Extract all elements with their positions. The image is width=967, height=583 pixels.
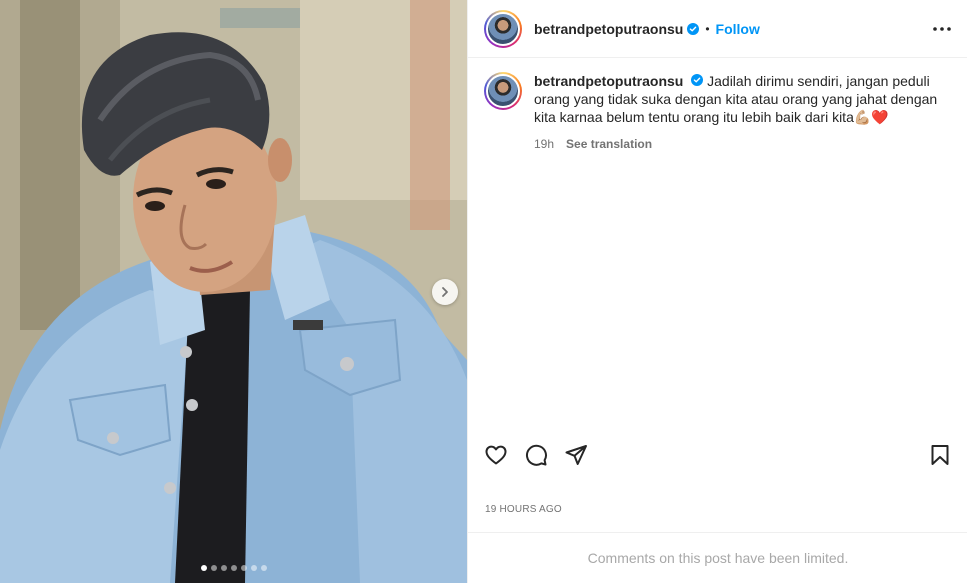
comment-icon	[525, 444, 547, 466]
caption-username-link[interactable]: betrandpetoputraonsu	[534, 73, 683, 89]
see-translation-button[interactable]: See translation	[566, 135, 652, 153]
carousel-dot	[210, 565, 217, 571]
separator-dot: •	[705, 21, 710, 36]
comments-limited-notice: Comments on this post have been limited.	[468, 532, 967, 583]
bookmark-icon	[931, 445, 949, 465]
carousel-dots	[0, 565, 467, 571]
save-button[interactable]	[928, 443, 952, 467]
carousel-dot	[230, 565, 237, 571]
post-photo	[0, 0, 467, 583]
caption-body: betrandpetoputraonsu Jadilah dirimu send…	[534, 72, 939, 153]
share-icon	[565, 445, 587, 465]
caption-meta: 19h See translation	[534, 135, 939, 153]
more-icon	[933, 26, 951, 31]
post-panel: betrandpetoputraonsu • Follow betrandpet…	[467, 0, 967, 583]
avatar-image	[486, 74, 520, 108]
avatar[interactable]	[484, 9, 522, 48]
comment-button[interactable]	[524, 443, 548, 467]
verified-icon	[691, 74, 704, 86]
carousel-dot	[240, 565, 247, 571]
like-button[interactable]	[484, 443, 508, 467]
avatar[interactable]	[484, 72, 522, 110]
caption: betrandpetoputraonsu Jadilah dirimu send…	[468, 58, 967, 153]
post-media[interactable]	[0, 0, 467, 583]
relative-time[interactable]: 19h	[534, 135, 554, 153]
carousel-next-button[interactable]	[432, 279, 458, 305]
verified-icon	[687, 22, 700, 35]
carousel-dot	[250, 565, 257, 571]
action-bar	[468, 437, 967, 473]
post-timestamp[interactable]: 19 HOURS AGO	[485, 504, 562, 515]
carousel-dot	[200, 565, 207, 571]
post-header: betrandpetoputraonsu • Follow	[468, 0, 967, 58]
follow-button[interactable]: Follow	[716, 21, 760, 37]
carousel-dot	[260, 565, 267, 571]
more-options-button[interactable]	[933, 26, 951, 31]
heart-icon	[485, 445, 507, 465]
share-button[interactable]	[564, 443, 588, 467]
avatar-image	[486, 11, 520, 46]
chevron-right-icon	[442, 287, 448, 297]
username-link[interactable]: betrandpetoputraonsu	[534, 21, 683, 37]
carousel-dot	[220, 565, 227, 571]
caption-emojis: 💪🏼❤️	[853, 109, 889, 125]
